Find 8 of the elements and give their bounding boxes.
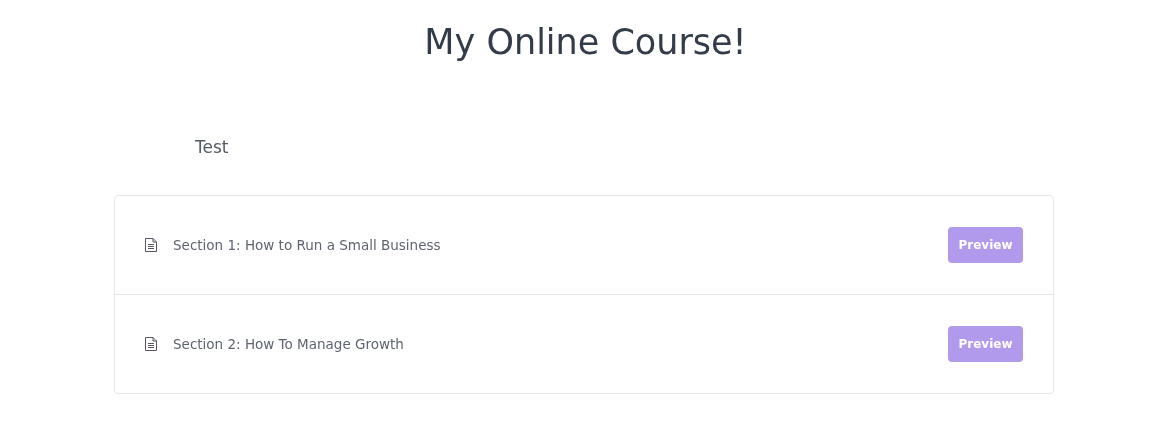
course-description: Test xyxy=(195,137,229,157)
document-icon xyxy=(145,337,157,351)
section-title: Section 2: How To Manage Growth xyxy=(173,336,405,352)
document-icon xyxy=(145,238,157,252)
preview-button[interactable]: Preview xyxy=(948,326,1023,362)
preview-button[interactable]: Preview xyxy=(948,227,1023,263)
page-title: My Online Course! xyxy=(423,21,748,64)
section-title: Section 1: How to Run a Small Business xyxy=(173,237,442,253)
